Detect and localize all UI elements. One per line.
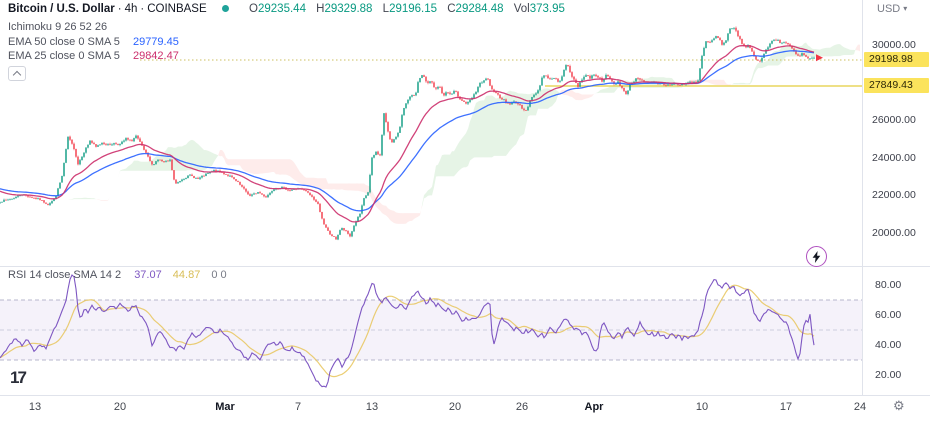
volume-label: Vol — [513, 3, 530, 15]
price-chart-canvas[interactable] — [0, 0, 930, 427]
ichimoku-indicator-row[interactable]: Ichimoku 9 26 52 26 — [8, 21, 107, 33]
time-axis-label[interactable]: 7 — [295, 401, 301, 413]
rsi-indicator-row[interactable]: RSI 14 close SMA 14 2 37.07 44.87 0 0 — [8, 269, 227, 281]
time-axis-label[interactable]: 13 — [29, 401, 41, 413]
currency-label: USD — [877, 3, 901, 15]
collapse-indicators-button[interactable] — [8, 66, 26, 81]
market-status-icon — [221, 5, 229, 12]
time-axis-label[interactable]: Mar — [215, 401, 235, 413]
price-axis-label[interactable]: 20000.00 — [872, 227, 916, 239]
tradingview-chart-window: Bitcoin / U.S. Dollar · 4h · COINBASE O29235… — [0, 0, 930, 427]
instant-trading-bolt-button[interactable] — [806, 246, 827, 267]
title-separator: · — [117, 3, 122, 15]
symbol-header[interactable]: Bitcoin / U.S. Dollar · 4h · COINBASE O29235… — [8, 3, 565, 15]
ema25-value: 29842.47 — [132, 50, 179, 62]
rsi-value: 37.07 — [134, 269, 162, 281]
close-value: 29284.48 — [455, 3, 504, 15]
price-axis-label[interactable]: 26000.00 — [872, 114, 916, 126]
open-value: 29235.44 — [258, 3, 306, 15]
chevron-down-icon: ▾ — [903, 4, 908, 13]
price-level-tag[interactable]: 27849.43 — [864, 78, 929, 93]
price-axis-label[interactable]: 24000.00 — [872, 152, 916, 164]
ichimoku-label[interactable]: Ichimoku 9 26 52 26 — [8, 21, 107, 33]
symbol-title[interactable]: Bitcoin / U.S. Dollar — [8, 3, 115, 15]
rsi-axis-label[interactable]: 40.00 — [875, 339, 901, 351]
timezone-settings-gear-icon[interactable]: ⚙ — [893, 398, 905, 414]
chevron-up-icon — [12, 70, 21, 80]
title-separator-2: · — [140, 3, 145, 15]
rsi-axis-label[interactable]: 60.00 — [875, 309, 901, 321]
exchange-label[interactable]: COINBASE — [147, 3, 206, 15]
ema25-label[interactable]: EMA 25 close 0 SMA 5 — [8, 50, 120, 62]
price-axis-label[interactable]: 30000.00 — [872, 39, 916, 51]
open-label: O — [249, 3, 258, 15]
time-axis-label[interactable]: 26 — [516, 401, 528, 413]
interval-label[interactable]: 4h — [125, 3, 138, 15]
time-axis-label[interactable]: 17 — [780, 401, 792, 413]
high-value: 29329.88 — [324, 3, 373, 15]
time-axis-label[interactable]: 20 — [114, 401, 126, 413]
rsi-axis-label[interactable]: 80.00 — [875, 279, 901, 291]
currency-axis-toggle[interactable]: USD ▾ — [877, 3, 907, 15]
time-axis-label[interactable]: 10 — [696, 401, 708, 413]
price-level-tag[interactable]: 29198.98 — [864, 52, 929, 67]
rsi-ma-value: 44.87 — [172, 269, 201, 281]
ema25-indicator-row[interactable]: EMA 25 close 0 SMA 5 29842.47 — [8, 50, 179, 62]
time-axis-label[interactable]: 24 — [854, 401, 866, 413]
ema50-indicator-row[interactable]: EMA 50 close 0 SMA 5 29779.45 — [8, 36, 179, 48]
ema50-value: 29779.45 — [132, 36, 179, 48]
time-axis-label[interactable]: 13 — [366, 401, 378, 413]
volume-value: 373.95 — [529, 3, 565, 15]
time-axis-label[interactable]: Apr — [585, 401, 604, 413]
rsi-axis-label[interactable]: 20.00 — [875, 369, 901, 381]
time-axis-label[interactable]: 20 — [449, 401, 461, 413]
rsi-label[interactable]: RSI 14 close SMA 14 2 — [8, 269, 121, 281]
close-label: C — [447, 3, 456, 15]
low-value: 29196.15 — [389, 3, 438, 15]
rsi-extra-values: 0 0 — [211, 269, 227, 281]
lightning-bolt-icon — [812, 250, 821, 263]
price-axis-label[interactable]: 22000.00 — [872, 189, 916, 201]
tradingview-logo[interactable]: 17 — [10, 368, 27, 388]
ema50-label[interactable]: EMA 50 close 0 SMA 5 — [8, 36, 120, 48]
